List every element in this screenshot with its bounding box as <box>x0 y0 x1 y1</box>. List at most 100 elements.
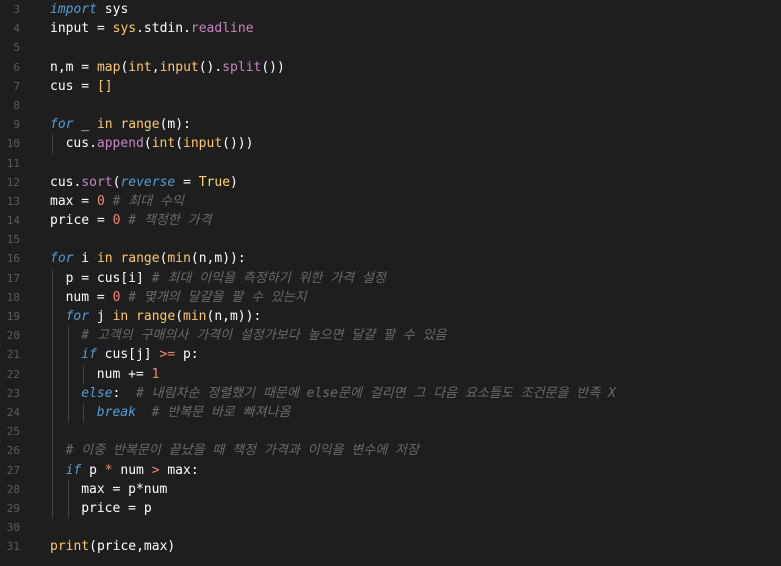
code-text: if cus[j] >= p: <box>81 345 198 364</box>
code-token: min <box>167 251 191 267</box>
code-line[interactable]: 6 n,m = map(int,input().split()) <box>0 58 781 77</box>
code-token: = <box>89 213 113 229</box>
code-text: num = 0 # 몇개의 달걀을 팔 수 있는지 <box>66 288 307 307</box>
line-number: 9 <box>13 118 20 132</box>
code-text: max = 0 # 최대 수익 <box>50 192 184 211</box>
code-token: .stdin. <box>136 21 191 37</box>
code-line[interactable]: 5 <box>0 38 781 57</box>
code-line[interactable]: 22 num += 1 <box>0 364 781 384</box>
indent-guide <box>67 364 69 384</box>
code-editor[interactable]: 3 import sys 4 input = sys.stdin.readline 5 6… <box>0 0 781 566</box>
line-number: 11 <box>6 156 20 170</box>
line-number: 31 <box>6 540 20 554</box>
indent-guide <box>83 402 85 423</box>
code-token: # 내림차순 정렬했기 때문에 else문에 걸리면 그 다음 요소들도 조건문… <box>135 385 616 401</box>
indent-guide <box>52 345 53 365</box>
code-line[interactable]: 11 <box>0 154 781 173</box>
code-token: (m): <box>159 117 191 133</box>
code-token: split <box>222 59 262 75</box>
code-token: range <box>120 117 160 133</box>
code-line[interactable]: 12 cus.sort(reverse = True) <box>0 173 781 192</box>
code-text: else: # 내림차순 정렬했기 때문에 else문에 걸리면 그 다음 요소… <box>81 384 616 403</box>
code-token: # 책정한 가격 <box>120 213 212 229</box>
code-line[interactable]: 8 <box>0 96 781 115</box>
code-token: num <box>96 366 121 382</box>
code-text: break # 반복문 바로 빠져나옴 <box>97 403 291 422</box>
code-line[interactable]: 9 for _ in range(m): <box>0 115 781 134</box>
code-token: p: <box>175 347 199 363</box>
code-line[interactable]: 30 <box>0 518 781 537</box>
code-token: reverse <box>120 174 176 190</box>
code-line[interactable]: 25 <box>0 422 781 442</box>
code-line[interactable]: 27 if p * num > max: <box>0 460 781 480</box>
code-text: for _ in range(m): <box>50 115 191 134</box>
code-line[interactable]: 29 price = p <box>0 498 781 519</box>
line-number: 19 <box>6 310 20 323</box>
code-text: # 이중 반복문이 끝났을 때 책정 가격과 이익을 변수에 저장 <box>66 441 419 460</box>
code-token: = <box>89 21 113 37</box>
code-token: = <box>73 78 97 94</box>
code-token: int <box>151 136 176 152</box>
code-line[interactable]: 7 cus = [] <box>0 77 781 96</box>
code-line[interactable]: 13 max = 0 # 최대 수익 <box>0 192 781 211</box>
code-line[interactable]: 3 import sys <box>0 0 781 19</box>
code-line[interactable]: 24 break # 반복문 바로 빠져나옴 <box>0 402 781 423</box>
code-token: ())) <box>222 136 254 152</box>
code-token: = <box>120 500 144 516</box>
line-number: 21 <box>6 348 20 362</box>
code-line[interactable]: 20 # 고객의 구매의사 가격이 설정가보다 높으면 달걀 팔 수 있음 <box>0 326 781 346</box>
code-line[interactable]: 10 cus.append(int(input())) <box>0 134 781 154</box>
code-line[interactable]: 18 num = 0 # 몇개의 달걀을 팔 수 있는지 <box>0 287 781 307</box>
code-line[interactable]: 21 if cus[j] >= p: <box>0 345 781 365</box>
code-token: import <box>50 2 97 17</box>
code-token: (price,max) <box>89 539 176 555</box>
code-token: (n,m)): <box>206 309 262 324</box>
code-line[interactable]: 17 p = cus[i] # 최대 이익을 측정하기 위한 가격 설정 <box>0 268 781 288</box>
indent-guide <box>52 326 53 346</box>
code-line[interactable]: 19 for j in range(min(n,m)): <box>0 307 781 327</box>
line-number: 4 <box>13 22 20 36</box>
code-line[interactable]: 23 else: # 내림차순 정렬했기 때문에 else문에 걸리면 그 다음 … <box>0 383 781 403</box>
code-token: # 몇개의 달걀을 팔 수 있는지 <box>120 289 307 305</box>
code-token: in <box>96 117 113 133</box>
line-number: 8 <box>13 98 20 112</box>
code-line[interactable]: 31 print(price,max) <box>0 537 781 556</box>
indent-guide <box>67 383 69 403</box>
code-line[interactable]: 16 for i in range(min(n,m)): <box>0 249 781 268</box>
code-token: cus. <box>65 136 97 152</box>
code-text: num += 1 <box>97 365 160 384</box>
code-token: cus <box>50 78 74 94</box>
line-number: 24 <box>6 405 20 419</box>
indent-guide <box>83 364 85 384</box>
code-line[interactable]: 14 price = 0 # 책정한 가격 <box>0 211 781 230</box>
indent-guide <box>52 268 53 288</box>
code-text: cus.sort(reverse = True) <box>50 173 238 192</box>
code-token: # 이중 반복문이 끝났을 때 책정 가격과 이익을 변수에 저장 <box>65 443 419 459</box>
code-token: = <box>73 270 97 286</box>
code-text: for i in range(min(n,m)): <box>50 249 246 268</box>
line-number: 29 <box>6 501 20 515</box>
code-token: > <box>151 462 160 478</box>
code-text: print(price,max) <box>50 537 175 556</box>
code-token: = <box>175 174 199 190</box>
code-token: in <box>112 309 129 324</box>
code-text: price = 0 # 책정한 가격 <box>50 211 212 230</box>
code-line[interactable]: 26 # 이중 반복문이 끝났을 때 책정 가격과 이익을 변수에 저장 <box>0 441 781 461</box>
code-line[interactable]: 15 <box>0 230 781 249</box>
code-token: [] <box>96 78 113 94</box>
code-text: cus.append(int(input())) <box>66 134 254 153</box>
indent-guide <box>67 345 69 365</box>
line-number: 12 <box>6 175 20 189</box>
code-text: price = p <box>81 499 151 518</box>
code-token: (n,m)): <box>190 251 246 267</box>
code-token: j <box>89 309 113 324</box>
code-token: num <box>112 462 152 478</box>
code-token: max <box>81 481 105 497</box>
code-token: input <box>183 136 223 152</box>
code-line[interactable]: 28 max = p*num <box>0 479 781 499</box>
code-token: if <box>81 347 97 363</box>
indent-guide <box>52 441 53 461</box>
code-line[interactable]: 4 input = sys.stdin.readline <box>0 19 781 38</box>
code-token: 0 <box>96 193 105 209</box>
